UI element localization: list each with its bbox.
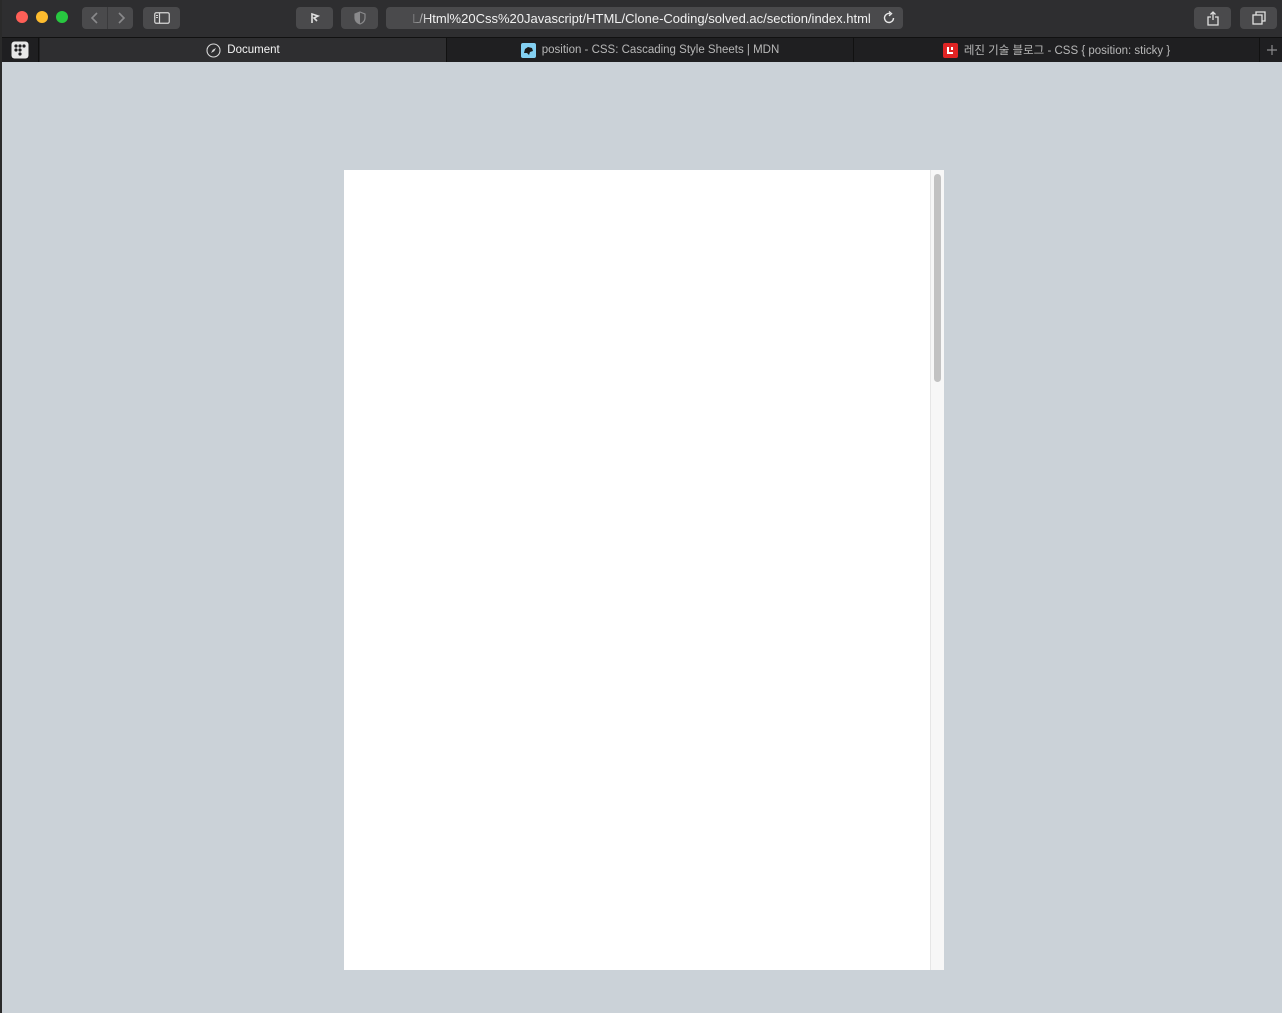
tab-title: position - CSS: Cascading Style Sheets |… bbox=[541, 44, 780, 56]
tab-title: 레진 기술 블로그 - CSS { position: sticky } bbox=[963, 45, 1171, 57]
tab-title: Document bbox=[227, 44, 280, 56]
tab-overview-icon bbox=[1251, 11, 1266, 25]
reload-icon[interactable] bbox=[881, 10, 897, 26]
tab-lezhin-blog[interactable]: 레진 기술 블로그 - CSS { position: sticky } bbox=[854, 38, 1260, 62]
new-tab-button[interactable] bbox=[1260, 38, 1282, 62]
window-close-button[interactable] bbox=[16, 11, 28, 23]
compass-icon bbox=[206, 42, 221, 58]
section-scrollbar-thumb[interactable] bbox=[934, 174, 941, 382]
sidebar-icon bbox=[153, 12, 170, 24]
plus-icon bbox=[1267, 45, 1277, 55]
tab-group-icon bbox=[11, 41, 29, 59]
share-icon bbox=[1206, 10, 1219, 26]
scrollable-section[interactable] bbox=[344, 170, 944, 970]
lezhin-icon bbox=[942, 42, 958, 58]
url-fade bbox=[394, 7, 430, 29]
section-scrollbar-track[interactable] bbox=[930, 170, 944, 970]
shield-icon bbox=[353, 11, 366, 25]
mdn-icon bbox=[520, 42, 536, 58]
privacy-button[interactable] bbox=[341, 7, 378, 29]
window-minimize-button[interactable] bbox=[36, 11, 48, 23]
extension-icon bbox=[310, 12, 320, 23]
window-maximize-button[interactable] bbox=[56, 11, 68, 23]
chevron-left-icon bbox=[90, 12, 98, 24]
chevron-right-icon bbox=[117, 12, 125, 24]
address-url: L/Html%20Css%20Javascript/HTML/Clone-Cod… bbox=[412, 10, 871, 26]
tab-overview-button[interactable] bbox=[1240, 7, 1277, 29]
browser-toolbar: L/Html%20Css%20Javascript/HTML/Clone-Cod… bbox=[2, 0, 1282, 37]
page-content bbox=[4, 62, 1282, 1013]
tab-document[interactable]: Document bbox=[40, 38, 447, 62]
forward-button[interactable] bbox=[108, 7, 133, 29]
tab-mdn-position[interactable]: position - CSS: Cascading Style Sheets |… bbox=[447, 38, 854, 62]
browser-window: L/Html%20Css%20Javascript/HTML/Clone-Cod… bbox=[0, 0, 1282, 1013]
tab-bar: Document position - CSS: Cascading Style… bbox=[2, 37, 1282, 62]
share-button[interactable] bbox=[1194, 7, 1231, 29]
sidebar-toggle-button[interactable] bbox=[143, 7, 180, 29]
address-bar[interactable]: L/Html%20Css%20Javascript/HTML/Clone-Cod… bbox=[386, 7, 903, 29]
back-button[interactable] bbox=[82, 7, 107, 29]
tab-group-button[interactable] bbox=[2, 38, 39, 62]
navigation-buttons bbox=[82, 7, 133, 29]
extension-button[interactable] bbox=[296, 7, 333, 29]
